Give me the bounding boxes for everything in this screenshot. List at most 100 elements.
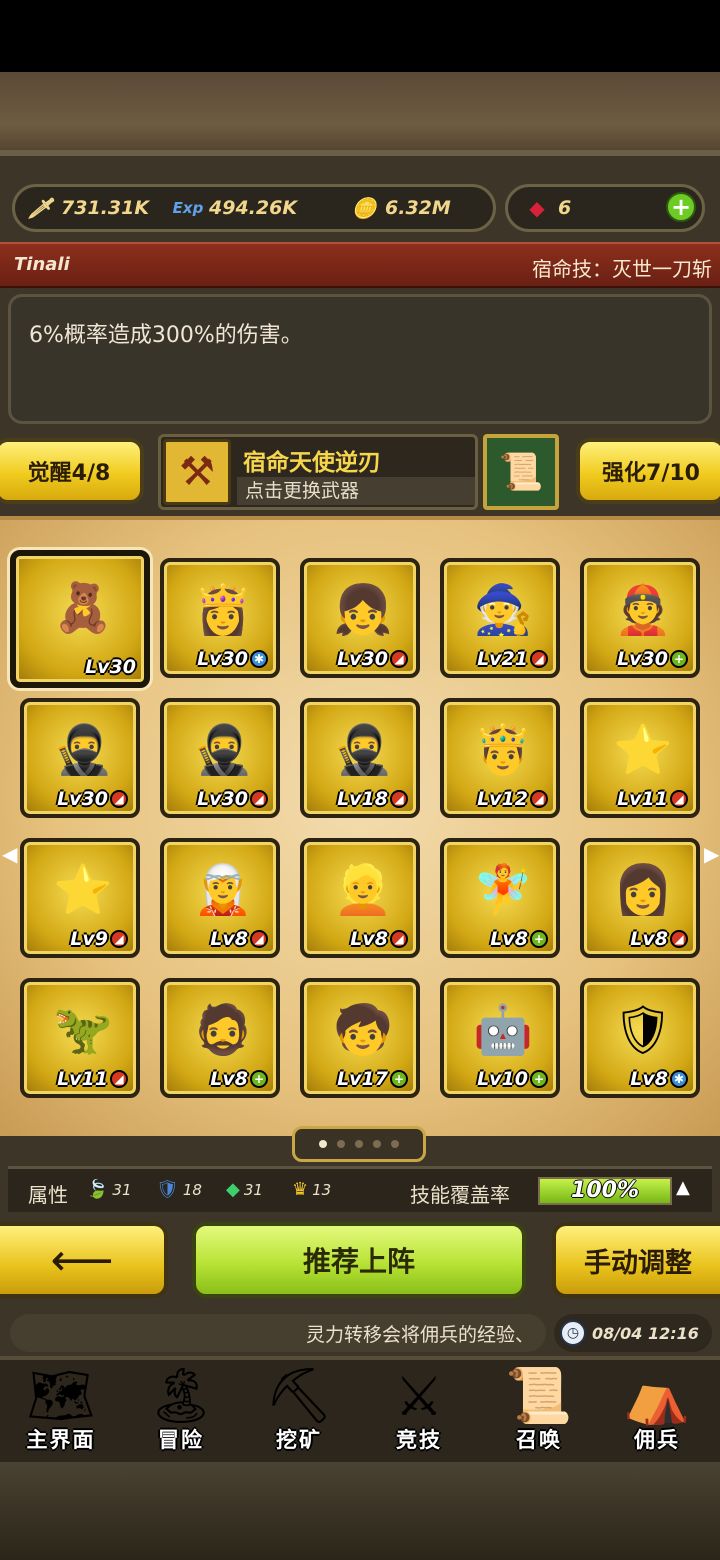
hero-portrait-icon: 🥷: [193, 721, 253, 778]
expand-up-icon[interactable]: ▲: [676, 1177, 690, 1198]
hero-card[interactable]: 🛡 Lv8 ✱: [580, 978, 700, 1098]
hero-portrait-icon: 🧒: [333, 1001, 393, 1058]
attack-value: 731.31K: [61, 197, 150, 219]
page-dot[interactable]: [319, 1140, 327, 1148]
prev-page-arrow-icon[interactable]: ◀: [2, 842, 17, 866]
hero-card[interactable]: 👩 Lv8 ◢: [580, 838, 700, 958]
hero-level-text: Lv11: [57, 1068, 108, 1090]
hero-card[interactable]: 🥷 Lv30 ◢: [160, 698, 280, 818]
hero-portrait-icon: 👲: [613, 581, 673, 638]
hero-level-text: Lv8: [630, 1068, 668, 1090]
nav-label: 主界面: [26, 1428, 96, 1452]
page-dot[interactable]: [337, 1140, 345, 1148]
hero-level-text: Lv18: [337, 788, 388, 810]
gem-icon: ◆: [226, 1179, 240, 1200]
clock-icon: ◷: [560, 1320, 586, 1346]
hero-portrait-icon: 🤖: [473, 1001, 533, 1058]
hero-card[interactable]: 👱 Lv8 ◢: [300, 838, 420, 958]
tent-icon: ⛺: [623, 1364, 691, 1427]
skill-scroll-button[interactable]: 📜: [483, 434, 559, 510]
awaken-button[interactable]: 觉醒4/8: [0, 438, 144, 504]
arrow-left-icon: ⟵: [50, 1234, 114, 1286]
blue-element-badge-icon: ✱: [670, 1070, 688, 1088]
hero-portrait-icon: 👱: [333, 861, 393, 918]
recommend-lineup-button[interactable]: 推荐上阵: [192, 1222, 526, 1298]
next-page-arrow-icon[interactable]: ▶: [704, 842, 719, 866]
hero-level: Lv18 ◢: [337, 788, 408, 810]
change-weapon-hint: 点击更换武器: [237, 477, 475, 505]
red-element-badge-icon: ◢: [670, 930, 688, 948]
clock-time: 08/04 12:16: [592, 1323, 699, 1343]
back-button[interactable]: ⟵: [0, 1222, 168, 1298]
hero-portrait-icon: ⭐: [53, 861, 113, 918]
hero-level: Lv11 ◢: [617, 788, 688, 810]
page-dot[interactable]: [373, 1140, 381, 1148]
hero-portrait-icon: ⭐: [613, 721, 673, 778]
hero-portrait-icon: 🧙: [473, 581, 533, 638]
nav-mercenary[interactable]: ⛺ 佣兵: [598, 1360, 716, 1462]
hero-card[interactable]: 🧚 Lv8 +: [440, 838, 560, 958]
hero-card[interactable]: 👸 Lv30 ✱: [160, 558, 280, 678]
nav-arena[interactable]: ⚔ 竞技: [360, 1360, 478, 1462]
hero-card[interactable]: 🧒 Lv17 +: [300, 978, 420, 1098]
red-element-badge-icon: ◢: [250, 790, 268, 808]
nav-main[interactable]: 🗺 主界面: [2, 1360, 120, 1462]
map-background: [0, 72, 720, 160]
gem-value: 6: [558, 197, 572, 219]
island-icon: 🏝: [146, 1364, 216, 1427]
hero-card[interactable]: 🧙 Lv21 ◢: [440, 558, 560, 678]
gem-resource: ◆ 6: [522, 187, 571, 229]
hero-card[interactable]: 👲 Lv30 +: [580, 558, 700, 678]
hero-portrait-icon: 🧚: [473, 861, 533, 918]
recommend-label: 推荐上阵: [302, 1245, 415, 1278]
hero-card[interactable]: 🧔 Lv8 +: [160, 978, 280, 1098]
crown-icon: ♛: [292, 1179, 309, 1200]
exp-value: 494.26K: [209, 197, 298, 219]
hero-level: Lv8 ◢: [210, 928, 268, 950]
page-dot[interactable]: [355, 1140, 363, 1148]
hero-level: Lv30 ◢: [57, 788, 128, 810]
hero-level-text: Lv10: [477, 1068, 528, 1090]
hero-portrait-icon: 🥷: [333, 721, 393, 778]
manual-adjust-button[interactable]: 手动调整: [552, 1222, 720, 1298]
green-element-badge-icon: +: [530, 1070, 548, 1088]
nav-summon[interactable]: 📜 召唤: [480, 1360, 598, 1462]
hero-card[interactable]: 🧝 Lv8 ◢: [160, 838, 280, 958]
crossed-swords-icon: ⚔: [394, 1364, 444, 1428]
hero-card[interactable]: 🤴 Lv12 ◢: [440, 698, 560, 818]
hero-level: Lv8 +: [490, 928, 548, 950]
hero-card[interactable]: 🥷 Lv18 ◢: [300, 698, 420, 818]
hero-card[interactable]: 🥷 Lv30 ◢: [20, 698, 140, 818]
status-bar-area: [0, 0, 720, 72]
hero-card[interactable]: 🦖 Lv11 ◢: [20, 978, 140, 1098]
hero-portrait-icon: 👩: [613, 861, 673, 918]
sword-icon: 🗡: [27, 196, 53, 220]
coverage-bar: 100%: [538, 1177, 672, 1205]
red-element-badge-icon: ◢: [390, 930, 408, 948]
hero-level-text: Lv8: [210, 1068, 248, 1090]
enhance-button[interactable]: 强化7/10: [576, 438, 720, 504]
hero-card[interactable]: ⭐ Lv11 ◢: [580, 698, 700, 818]
red-element-badge-icon: ◢: [110, 930, 128, 948]
nav-adventure[interactable]: 🏝 冒险: [122, 1360, 240, 1462]
hero-card[interactable]: 🤖 Lv10 +: [440, 978, 560, 1098]
page-dot[interactable]: [391, 1140, 399, 1148]
nav-mining[interactable]: ⛏ 挖矿: [240, 1360, 358, 1462]
hero-card[interactable]: 👧 Lv30 ◢: [300, 558, 420, 678]
red-element-badge-icon: ◢: [390, 790, 408, 808]
exp-resource: Exp 494.26K: [173, 187, 297, 229]
gold-value: 6.32M: [385, 197, 451, 219]
hero-level: Lv21 ◢: [477, 648, 548, 670]
nav-bottom-edge: [0, 1462, 720, 1560]
hero-card[interactable]: 🧸 Lv30: [10, 550, 150, 688]
hero-level-text: Lv30: [57, 788, 108, 810]
add-gems-button[interactable]: +: [666, 192, 696, 222]
weapon-selector[interactable]: ⚒ 宿命天使逆刃 点击更换武器: [158, 434, 478, 510]
hero-portrait-icon: 🧔: [193, 1001, 253, 1058]
hero-portrait-icon: 🧝: [193, 861, 253, 918]
hero-card[interactable]: ⭐ Lv9 ◢: [20, 838, 140, 958]
hero-level-text: Lv8: [350, 928, 388, 950]
hero-level: Lv10 +: [477, 1068, 548, 1090]
green-element-badge-icon: +: [390, 1070, 408, 1088]
hero-level-text: Lv8: [210, 928, 248, 950]
